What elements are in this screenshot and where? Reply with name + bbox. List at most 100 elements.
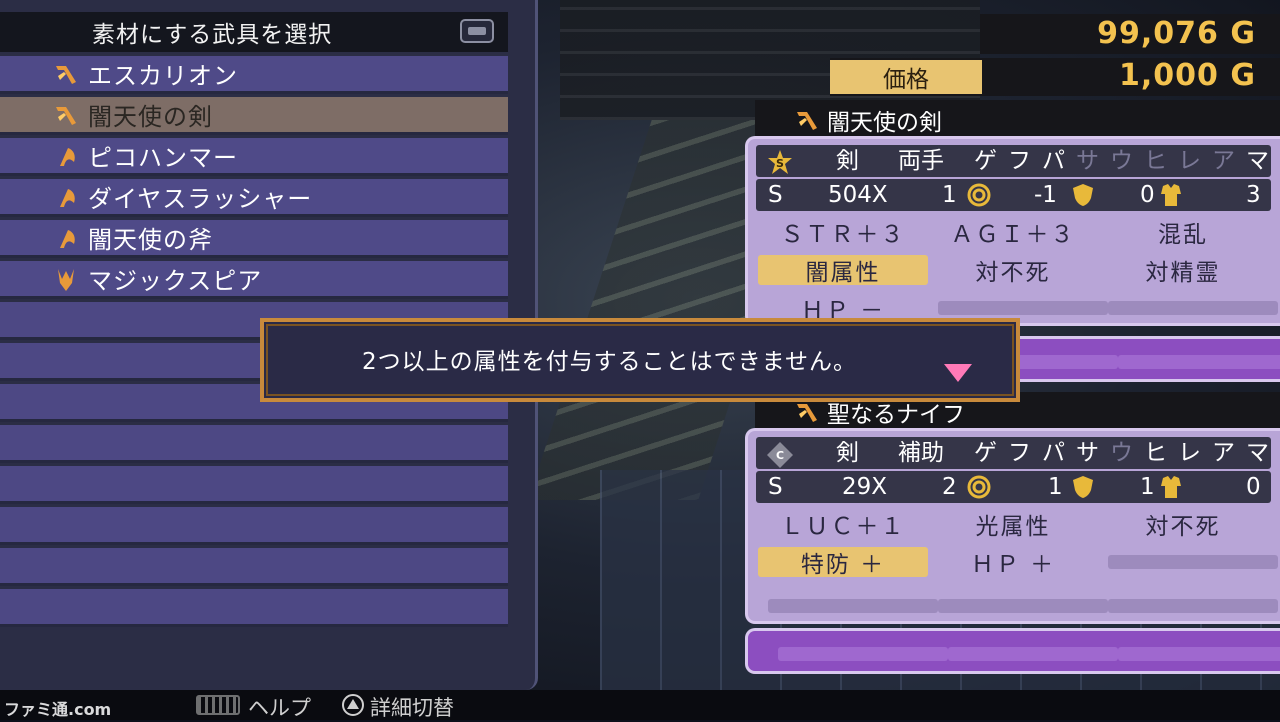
sword-icon [50,100,82,130]
resist-label: レ [1178,148,1201,174]
extra-slot-empty [778,647,948,661]
resist-label: ゲ [974,148,997,174]
armor-icon [1161,184,1181,206]
weapon-row-3[interactable]: ピコハンマー [0,138,508,176]
detail-toggle-hint[interactable]: 詳細切替 [370,692,454,722]
sword-icon [50,59,82,89]
gold-display: 99,076 G [980,14,1280,54]
attack-value: 504X [828,182,888,208]
help-hint[interactable]: ヘルプ [248,692,311,722]
attack-multiplier: 1 [942,182,957,208]
mod-slot: ＡＧＩ＋３ [950,222,1076,248]
mod-slot: 対精霊 [1145,260,1221,286]
dialog-message: 2つ以上の属性を付与することはできません。 [362,349,857,375]
mod-slot-highlighted: 闇属性 [758,255,928,286]
triangle-button-icon [342,694,364,716]
resist-label: フ [1008,440,1031,466]
empty-row[interactable] [0,589,508,627]
resist-label: フ [1008,148,1031,174]
resist-label: ウ [1110,440,1133,466]
weapon-name: マジックスピア [88,267,263,295]
extra-slot-empty [948,647,1118,661]
grade-badge-icon: C [767,442,793,468]
resist-label: ヒ [1144,148,1167,174]
weapon-row-2-selected[interactable]: 闇天使の剣 [0,97,508,135]
weapon-stats-row: S 504X 1 -1 0 3 [756,179,1271,211]
mod-slot: ＳＴＲ＋３ [780,222,906,248]
panel-title: 素材にする武具を選択 [92,22,333,48]
slot-level: S [768,182,783,208]
mod-slot-empty [1108,599,1278,613]
mod-slot-empty [938,599,1108,613]
resist-label: ヒ [1144,440,1167,466]
message-dialog[interactable]: 2つ以上の属性を付与することはできません。 [260,318,1020,402]
mod-slot: 対不死 [975,260,1051,286]
mod-slot-empty [768,599,938,613]
mod-slot: ＨＰ ＋ [970,552,1056,578]
weapon-row-1[interactable]: エスカリオン [0,56,508,94]
grade-badge-icon: S [768,150,792,174]
weapon-row-6[interactable]: マジックスピア [0,261,508,299]
ring-icon [967,183,991,207]
watermark: ファミ通.com [4,700,112,719]
spear-icon [50,264,82,294]
weapon-type-row: S 剣 両手 ゲ フ パ サ ウ ヒ レ ア マ [756,145,1271,177]
weapon-name: 闇天使の斧 [88,226,213,254]
stat-value-b: 0 [1140,182,1155,208]
mod-slot-empty [938,301,1108,315]
axe-icon [50,223,82,253]
weapon-row-5[interactable]: 闇天使の斧 [0,220,508,258]
panel-header: 素材にする武具を選択 [0,12,508,52]
material-weapon-card: C 剣 補助 ゲ フ パ サ ウ ヒ レ ア マ S 29X 2 1 1 0 Ｌ… [745,428,1280,624]
mod-slot: 対不死 [1145,514,1221,540]
weapon-row-4[interactable]: ダイヤスラッシャー [0,179,508,217]
material-extra-bar [745,628,1280,674]
attack-value: 29X [842,474,888,500]
mod-slot-highlighted: 特防 ＋ [758,547,928,578]
weapon-type-row: C 剣 補助 ゲ フ パ サ ウ ヒ レ ア マ [756,437,1271,469]
stat-value-a: -1 [1034,182,1057,208]
mod-slot: 光属性 [975,514,1051,540]
resist-label: マ [1246,148,1269,174]
resist-label: ゲ [974,440,997,466]
empty-row[interactable] [0,507,508,545]
weapon-name: ピコハンマー [88,144,238,172]
resist-label: レ [1178,440,1201,466]
target-weapon-header: 闇天使の剣 [755,100,1280,140]
weapon-type: 剣 [836,148,859,174]
weapon-stats-row: S 29X 2 1 1 0 [756,471,1271,503]
attack-multiplier: 2 [942,474,957,500]
target-weapon-name: 闇天使の剣 [827,110,942,136]
extra-slot-empty [1118,355,1280,369]
touchpad-icon [460,19,494,43]
resist-label: サ [1076,148,1099,174]
weapon-hand: 補助 [898,440,944,466]
mod-slot: ＬＵＣ＋１ [780,514,906,540]
armor-icon [1161,476,1181,498]
sword-icon [791,105,823,135]
stat-value-a: 1 [1048,474,1063,500]
resist-label: パ [1042,148,1065,174]
keyboard-icon [196,695,240,715]
gold-amount: 99,076 G [1097,16,1256,51]
grade-letter: C [776,449,784,462]
mod-slot-empty [1108,555,1278,569]
axe-icon [50,182,82,212]
resist-label: ウ [1110,148,1133,174]
resist-label: ア [1212,148,1235,174]
continue-arrow-icon[interactable] [944,364,972,382]
stat-value-c: 0 [1246,474,1261,500]
price-amount: 1,000 G [1119,58,1256,93]
ring-icon [967,475,991,499]
resist-label: マ [1246,440,1269,466]
resist-label: サ [1076,440,1099,466]
target-weapon-card: S 剣 両手 ゲ フ パ サ ウ ヒ レ ア マ S 504X 1 -1 0 3… [745,136,1280,326]
empty-row[interactable] [0,466,508,504]
extra-slot-empty [1118,647,1280,661]
empty-row[interactable] [0,548,508,586]
weapon-name: ダイヤスラッシャー [88,185,313,213]
weapon-type: 剣 [836,440,859,466]
empty-row[interactable] [0,425,508,463]
resist-label: ア [1212,440,1235,466]
slot-level: S [768,474,783,500]
